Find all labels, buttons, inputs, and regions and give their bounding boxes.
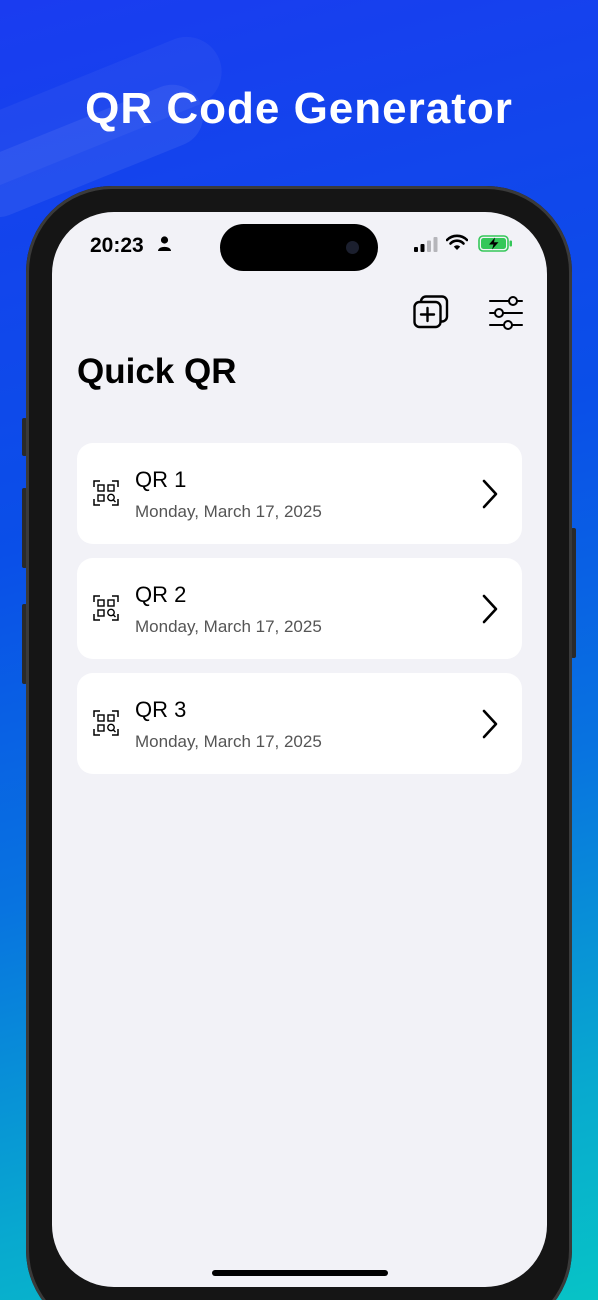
page-title: Quick QR — [77, 352, 237, 391]
qr-item-date: Monday, March 17, 2025 — [135, 732, 322, 751]
cellular-signal-icon — [414, 237, 438, 252]
qr-code-icon — [93, 480, 119, 506]
qr-item-date: Monday, March 17, 2025 — [135, 617, 322, 636]
add-stack-icon — [413, 295, 449, 329]
qr-item-name: QR 2 — [135, 582, 187, 607]
person-icon — [158, 236, 171, 251]
dynamic-island — [220, 224, 378, 271]
qr-list-item[interactable]: QR 2 Monday, March 17, 2025 — [77, 558, 522, 659]
battery-charging-icon — [478, 235, 512, 252]
filter-settings-button[interactable] — [488, 296, 524, 335]
qr-code-icon — [93, 710, 119, 736]
home-indicator[interactable] — [212, 1270, 388, 1276]
qr-code-icon — [93, 595, 119, 621]
qr-item-name: QR 1 — [135, 467, 187, 492]
add-qr-button[interactable] — [412, 294, 450, 335]
qr-list-item[interactable]: QR 3 Monday, March 17, 2025 — [77, 673, 522, 774]
headline: QR Code Generator — [85, 84, 513, 133]
qr-list-item[interactable]: QR 1 Monday, March 17, 2025 — [77, 443, 522, 544]
phone-screen: 20:23 Quick QR QR 1 Monday, March 17, 20… — [52, 212, 547, 1287]
chevron-right-icon — [482, 709, 498, 739]
chevron-right-icon — [482, 594, 498, 624]
qr-list: QR 1 Monday, March 17, 2025 QR 2 Monday,… — [77, 443, 522, 788]
camera-icon — [346, 241, 359, 254]
chevron-right-icon — [482, 479, 498, 509]
sliders-icon — [489, 296, 523, 330]
wifi-icon — [446, 234, 468, 250]
status-time: 20:23 — [90, 234, 144, 257]
qr-item-name: QR 3 — [135, 697, 187, 722]
qr-item-date: Monday, March 17, 2025 — [135, 502, 322, 521]
